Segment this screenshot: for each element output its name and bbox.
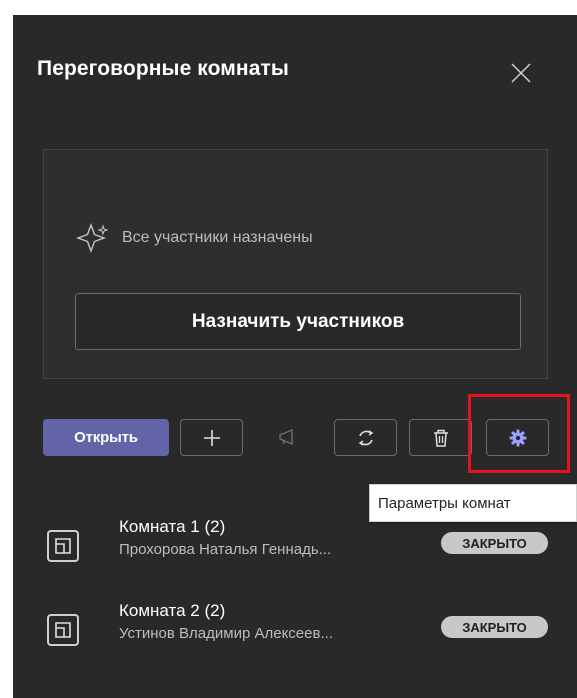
room-participants: Устинов Владимир Алексеев... <box>119 625 333 642</box>
megaphone-icon <box>279 428 293 446</box>
room-name: Комната 2 (2) <box>119 601 226 620</box>
panel-title: Переговорные комнаты <box>37 57 289 80</box>
assign-participants-card: Все участники назначены Назначить участн… <box>43 149 548 379</box>
room-name: Комната 1 (2) <box>119 517 226 536</box>
open-rooms-button[interactable]: Открыть <box>43 419 169 456</box>
settings-highlight-box <box>468 394 570 473</box>
assign-participants-button[interactable]: Назначить участников <box>75 293 521 350</box>
refresh-icon <box>358 429 373 446</box>
plus-icon <box>203 429 220 446</box>
assigned-status-text: Все участники назначены <box>122 229 313 246</box>
trash-icon <box>433 429 448 447</box>
room-icon <box>47 530 79 562</box>
room-item[interactable]: Комната 2 (2) Устинов Владимир Алексеев.… <box>43 601 553 667</box>
add-room-button[interactable] <box>180 419 243 456</box>
recreate-rooms-button[interactable] <box>334 419 397 456</box>
close-icon <box>511 63 531 83</box>
close-button[interactable] <box>506 58 536 88</box>
assigned-status: Все участники назначены <box>74 218 313 258</box>
announcement-button[interactable] <box>272 422 302 452</box>
delete-room-button[interactable] <box>409 419 472 456</box>
room-status-badge: ЗАКРЫТО <box>441 616 548 638</box>
room-item[interactable]: Комната 1 (2) Прохорова Наталья Геннадь.… <box>43 517 553 583</box>
room-icon <box>47 614 79 646</box>
sparkle-icon <box>75 222 108 254</box>
room-status-badge: ЗАКРЫТО <box>441 532 548 554</box>
room-participants: Прохорова Наталья Геннадь... <box>119 541 332 558</box>
